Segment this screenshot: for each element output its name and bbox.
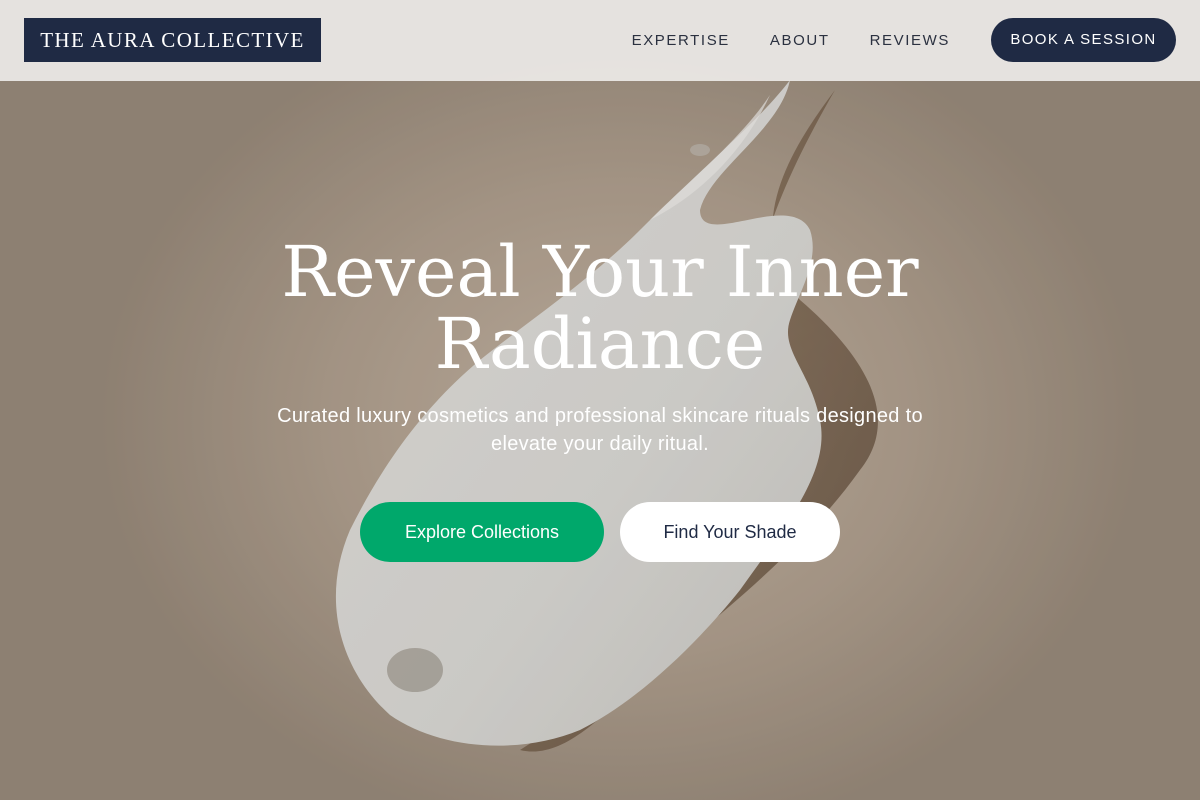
hero-title-line-2: Radiance (434, 303, 766, 385)
hero-title: Reveal Your Inner Radiance (250, 236, 950, 380)
brand-logo[interactable]: THE AURA COLLECTIVE (24, 18, 321, 62)
nav-link-reviews[interactable]: REVIEWS (870, 32, 950, 49)
site-header: THE AURA COLLECTIVE EXPERTISE ABOUT REVI… (0, 0, 1200, 81)
nav-link-expertise[interactable]: EXPERTISE (632, 32, 730, 49)
find-your-shade-button[interactable]: Find Your Shade (620, 502, 840, 562)
page: THE AURA COLLECTIVE EXPERTISE ABOUT REVI… (0, 0, 1200, 800)
hero-subtitle: Curated luxury cosmetics and professiona… (277, 405, 923, 455)
hero-content: Reveal Your Inner Radiance Curated luxur… (0, 236, 1200, 458)
book-session-button[interactable]: BOOK A SESSION (991, 18, 1176, 62)
explore-collections-button[interactable]: Explore Collections (360, 502, 604, 562)
hero-cta-row: Explore Collections Find Your Shade (0, 502, 1200, 562)
hero-title-line-1: Reveal Your Inner (281, 231, 919, 313)
main-navigation: EXPERTISE ABOUT REVIEWS (632, 0, 950, 81)
nav-link-about[interactable]: ABOUT (770, 32, 830, 49)
